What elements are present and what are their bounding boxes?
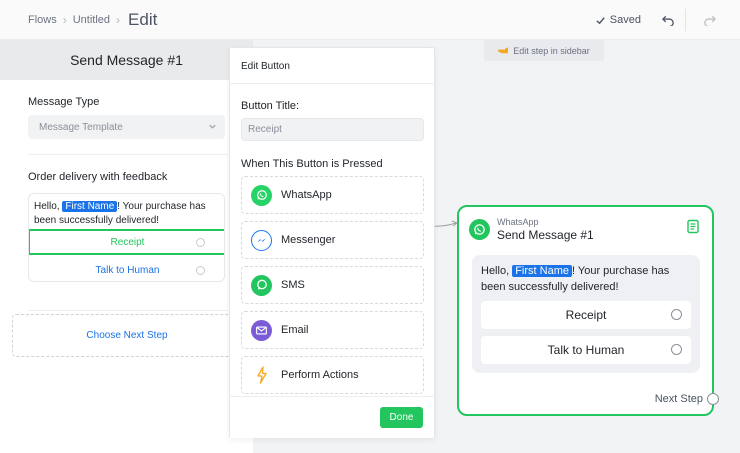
- page-title: Edit: [128, 9, 158, 29]
- next-step-label: Next Step: [654, 393, 703, 405]
- undo-button[interactable]: [659, 11, 677, 29]
- sms-icon: [251, 274, 272, 296]
- redo-icon: [703, 15, 716, 26]
- option-email[interactable]: Email: [241, 311, 424, 349]
- message-type-label: Message Type: [28, 96, 100, 108]
- pointing-hand-icon: [498, 47, 509, 54]
- template-name: Order delivery with feedback: [28, 171, 168, 183]
- sidebar-divider: [28, 310, 228, 311]
- undo-icon: [661, 15, 674, 26]
- button-label: Receipt: [110, 236, 145, 248]
- toolbar-divider: [685, 9, 686, 31]
- message-prefix: Hello,: [481, 265, 513, 277]
- option-label: Email: [281, 324, 309, 336]
- whatsapp-icon: [251, 184, 272, 206]
- lightning-icon: [251, 365, 272, 386]
- saved-label: Saved: [609, 14, 641, 26]
- message-button-talk-to-human[interactable]: Talk to Human: [29, 257, 224, 281]
- option-label: SMS: [281, 279, 305, 291]
- check-icon: [596, 16, 605, 24]
- action-options-list[interactable]: WhatsApp Messenger SMS Email Perform Act…: [241, 176, 424, 395]
- first-name-token: First Name: [62, 201, 118, 212]
- panel-divider: [230, 83, 434, 84]
- toolbar-right: Saved: [595, 0, 740, 40]
- option-messenger[interactable]: Messenger: [241, 221, 424, 259]
- canvas-hint: Edit step in sidebar: [484, 40, 604, 61]
- when-pressed-label: When This Button is Pressed: [241, 158, 383, 170]
- next-step-connector[interactable]: [707, 393, 719, 405]
- saved-status: Saved: [595, 14, 641, 26]
- whatsapp-icon: [469, 219, 490, 240]
- top-bar: Flows › Untitled › Edit Saved: [0, 0, 740, 40]
- button-connector[interactable]: [196, 237, 205, 247]
- first-name-token: First Name: [512, 265, 572, 277]
- message-text: Hello, First Name! Your purchase has bee…: [29, 194, 224, 228]
- option-label: WhatsApp: [281, 189, 332, 201]
- option-sms[interactable]: SMS: [241, 266, 424, 304]
- button-title-value: Receipt: [248, 124, 282, 135]
- chevron-down-icon: [209, 124, 216, 129]
- chevron-right-icon: ›: [62, 12, 67, 27]
- breadcrumb-untitled[interactable]: Untitled: [73, 14, 110, 26]
- choose-next-step-label: Choose Next Step: [86, 330, 168, 341]
- button-connector[interactable]: [196, 265, 205, 275]
- chevron-right-icon: ›: [116, 12, 121, 27]
- edit-panel-footer: Done: [230, 396, 434, 438]
- messenger-icon: [251, 229, 272, 251]
- node-message-bubble: Hello, First Name! Your purchase has bee…: [472, 255, 700, 373]
- button-label: Talk to Human: [547, 343, 625, 357]
- node-button-talk-to-human[interactable]: Talk to Human: [481, 336, 691, 364]
- button-connector[interactable]: [671, 309, 682, 320]
- email-icon: [251, 319, 272, 341]
- breadcrumb-flows[interactable]: Flows: [28, 14, 57, 26]
- breadcrumb: Flows › Untitled › Edit: [0, 10, 157, 30]
- option-perform-actions[interactable]: Perform Actions: [241, 356, 424, 394]
- edit-button-panel: Edit Button Button Title: Receipt When T…: [229, 47, 435, 438]
- button-title-input[interactable]: Receipt: [241, 118, 424, 141]
- sidebar-title: Send Message #1: [0, 40, 253, 80]
- send-message-node[interactable]: WhatsApp Send Message #1 Hello, First Na…: [457, 205, 719, 416]
- node-message-text: Hello, First Name! Your purchase has bee…: [481, 263, 695, 295]
- message-prefix: Hello,: [34, 201, 63, 212]
- button-title-label: Button Title:: [241, 100, 300, 112]
- button-connector[interactable]: [671, 344, 682, 355]
- node-channel: WhatsApp: [497, 217, 539, 227]
- step-sidebar: Send Message #1 Message Type Message Tem…: [0, 40, 253, 453]
- message-button-receipt[interactable]: Receipt: [29, 229, 224, 255]
- button-label: Receipt: [565, 308, 607, 322]
- canvas-hint-text: Edit step in sidebar: [513, 45, 590, 56]
- done-button[interactable]: Done: [380, 407, 423, 428]
- message-type-select[interactable]: Message Template: [28, 115, 225, 139]
- option-whatsapp[interactable]: WhatsApp: [241, 176, 424, 214]
- option-label: Messenger: [281, 234, 336, 246]
- sidebar-divider: [28, 154, 228, 155]
- message-preview-card: Hello, First Name! Your purchase has bee…: [28, 193, 225, 282]
- message-type-value: Message Template: [39, 121, 123, 133]
- edit-panel-title: Edit Button: [241, 61, 290, 72]
- redo-button[interactable]: [700, 11, 718, 29]
- choose-next-step-button[interactable]: Choose Next Step: [12, 314, 242, 357]
- option-label: Perform Actions: [281, 369, 359, 381]
- node-title: Send Message #1: [497, 228, 594, 242]
- node-button-receipt[interactable]: Receipt: [481, 301, 691, 329]
- notes-icon[interactable]: [686, 219, 700, 234]
- button-label: Talk to Human: [95, 264, 160, 276]
